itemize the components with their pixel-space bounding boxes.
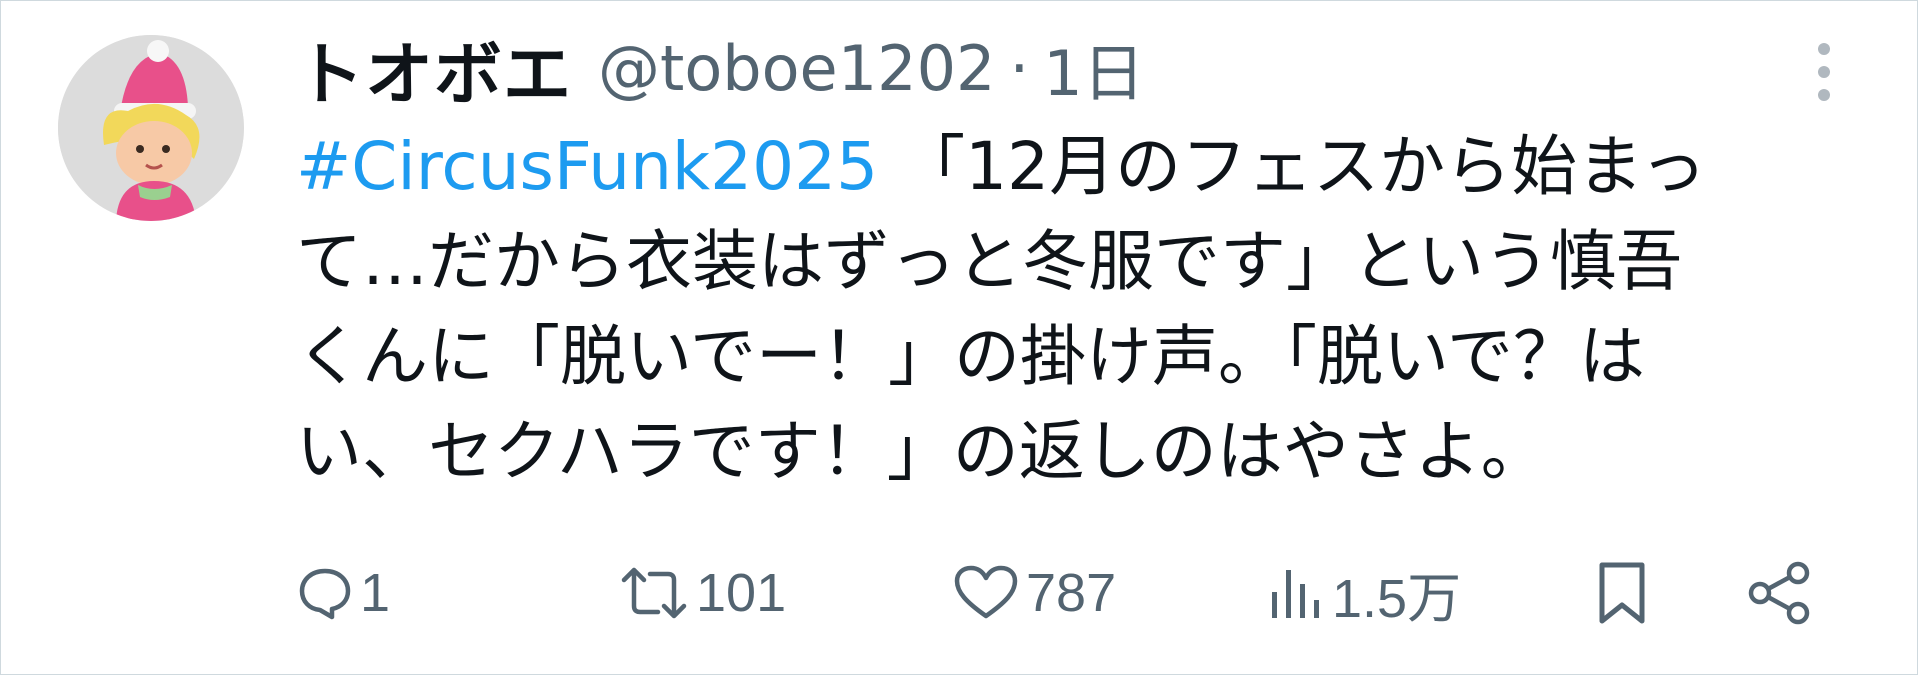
reply-count: 1: [360, 563, 391, 623]
bookmark-icon: [1599, 562, 1645, 624]
tweet-text-line-2: て…だから衣装はずっと冬服です」という慎吾: [296, 223, 1682, 300]
share-button[interactable]: [1746, 553, 1814, 633]
avatar-figure-icon: [58, 35, 244, 221]
timestamp[interactable]: 1日: [1043, 23, 1144, 113]
like-button[interactable]: 787: [952, 553, 1116, 633]
tweet-header: トオボエ @toboe1202 · 1日: [296, 23, 1145, 115]
views-button[interactable]: 1.5万: [1266, 553, 1461, 633]
views-bar-chart-icon: [1272, 570, 1319, 618]
tweet-text-line-3: くんに「脱いでー！」の掛け声。「脱いで？は: [296, 318, 1646, 395]
user-handle[interactable]: @toboe1202: [598, 32, 995, 105]
retweet-icon: [621, 567, 687, 619]
more-vertical-icon[interactable]: [1809, 41, 1839, 103]
tweet-card[interactable]: トオボエ @toboe1202 · 1日 #CircusFunk2025 「12…: [0, 0, 1918, 675]
action-bar: 1 101 787 1.5万: [296, 553, 1836, 633]
reply-button[interactable]: 1: [296, 553, 390, 633]
bookmark-button[interactable]: [1594, 553, 1650, 633]
display-name[interactable]: トオボエ: [296, 19, 572, 118]
retweet-button[interactable]: 101: [618, 553, 786, 633]
tweet-text-line-1: #CircusFunk2025 「12月のフェスから始まっ: [296, 119, 1886, 214]
heart-icon: [954, 565, 1018, 619]
retweet-count: 101: [696, 563, 787, 623]
share-icon: [1748, 561, 1810, 625]
avatar[interactable]: [58, 35, 244, 221]
tweet-text-segment: 「12月のフェスから始まっ: [878, 128, 1707, 205]
reply-icon: [299, 568, 351, 620]
separator-dot: ·: [1009, 31, 1030, 105]
like-count: 787: [1026, 563, 1117, 623]
tweet-text-line-4: い、セクハラです！」の返しのはやさよ。: [296, 413, 1547, 490]
tweet-text: #CircusFunk2025 「12月のフェスから始まっ て…だから衣装はずっ…: [296, 119, 1886, 499]
hashtag-link[interactable]: #CircusFunk2025: [296, 128, 878, 205]
views-count: 1.5万: [1332, 568, 1462, 629]
